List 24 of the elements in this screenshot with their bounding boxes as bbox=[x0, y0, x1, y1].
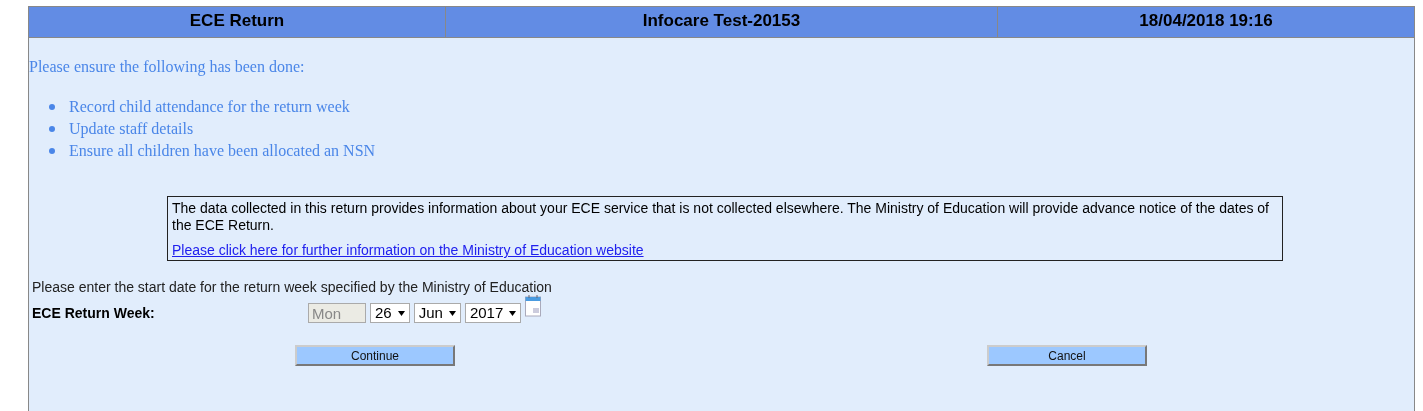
month-select[interactable]: Jun bbox=[413, 303, 461, 323]
year-select[interactable]: 2017 bbox=[464, 303, 522, 323]
date-time: 18/04/2018 19:16 bbox=[1138, 10, 1274, 32]
prompt-text: Please enter the start date for the return week specified by the Ministry of Education bbox=[32, 279, 553, 295]
field-label: ECE Return Week: bbox=[32, 305, 156, 321]
bullet-icon bbox=[49, 148, 55, 154]
bullet-icon bbox=[49, 104, 55, 110]
caret-icon bbox=[448, 310, 456, 316]
notice-text: The data collected in this return provides information about your ECE service that is not collected elsewhere. The Ministry of Education will provide advance notice of the dates of the ECE Return. bbox=[172, 200, 1270, 234]
weekday-field: Mon bbox=[308, 303, 366, 323]
centre-name: Infocare Test-20153 bbox=[445, 7, 998, 37]
page-title: ECE Return bbox=[188, 10, 286, 32]
checklist-item: Record child attendance for the return week bbox=[69, 98, 350, 116]
form-button[interactable]: Continue bbox=[295, 345, 455, 366]
caret-icon bbox=[509, 310, 517, 316]
day-select[interactable]: 26 bbox=[370, 303, 410, 323]
form-button[interactable]: Cancel bbox=[987, 345, 1147, 366]
info-link[interactable]: Please click here for further information on the Ministry of Education website bbox=[172, 242, 644, 258]
checklist-item: Update staff details bbox=[69, 120, 194, 138]
bullet-icon bbox=[49, 126, 55, 132]
calendar-icon[interactable] bbox=[525, 295, 542, 317]
caret-icon bbox=[397, 310, 405, 316]
intro-text: Please ensure the following has been done: bbox=[29, 58, 306, 76]
checklist-item: Ensure all children have been allocated an NSN bbox=[69, 142, 376, 160]
